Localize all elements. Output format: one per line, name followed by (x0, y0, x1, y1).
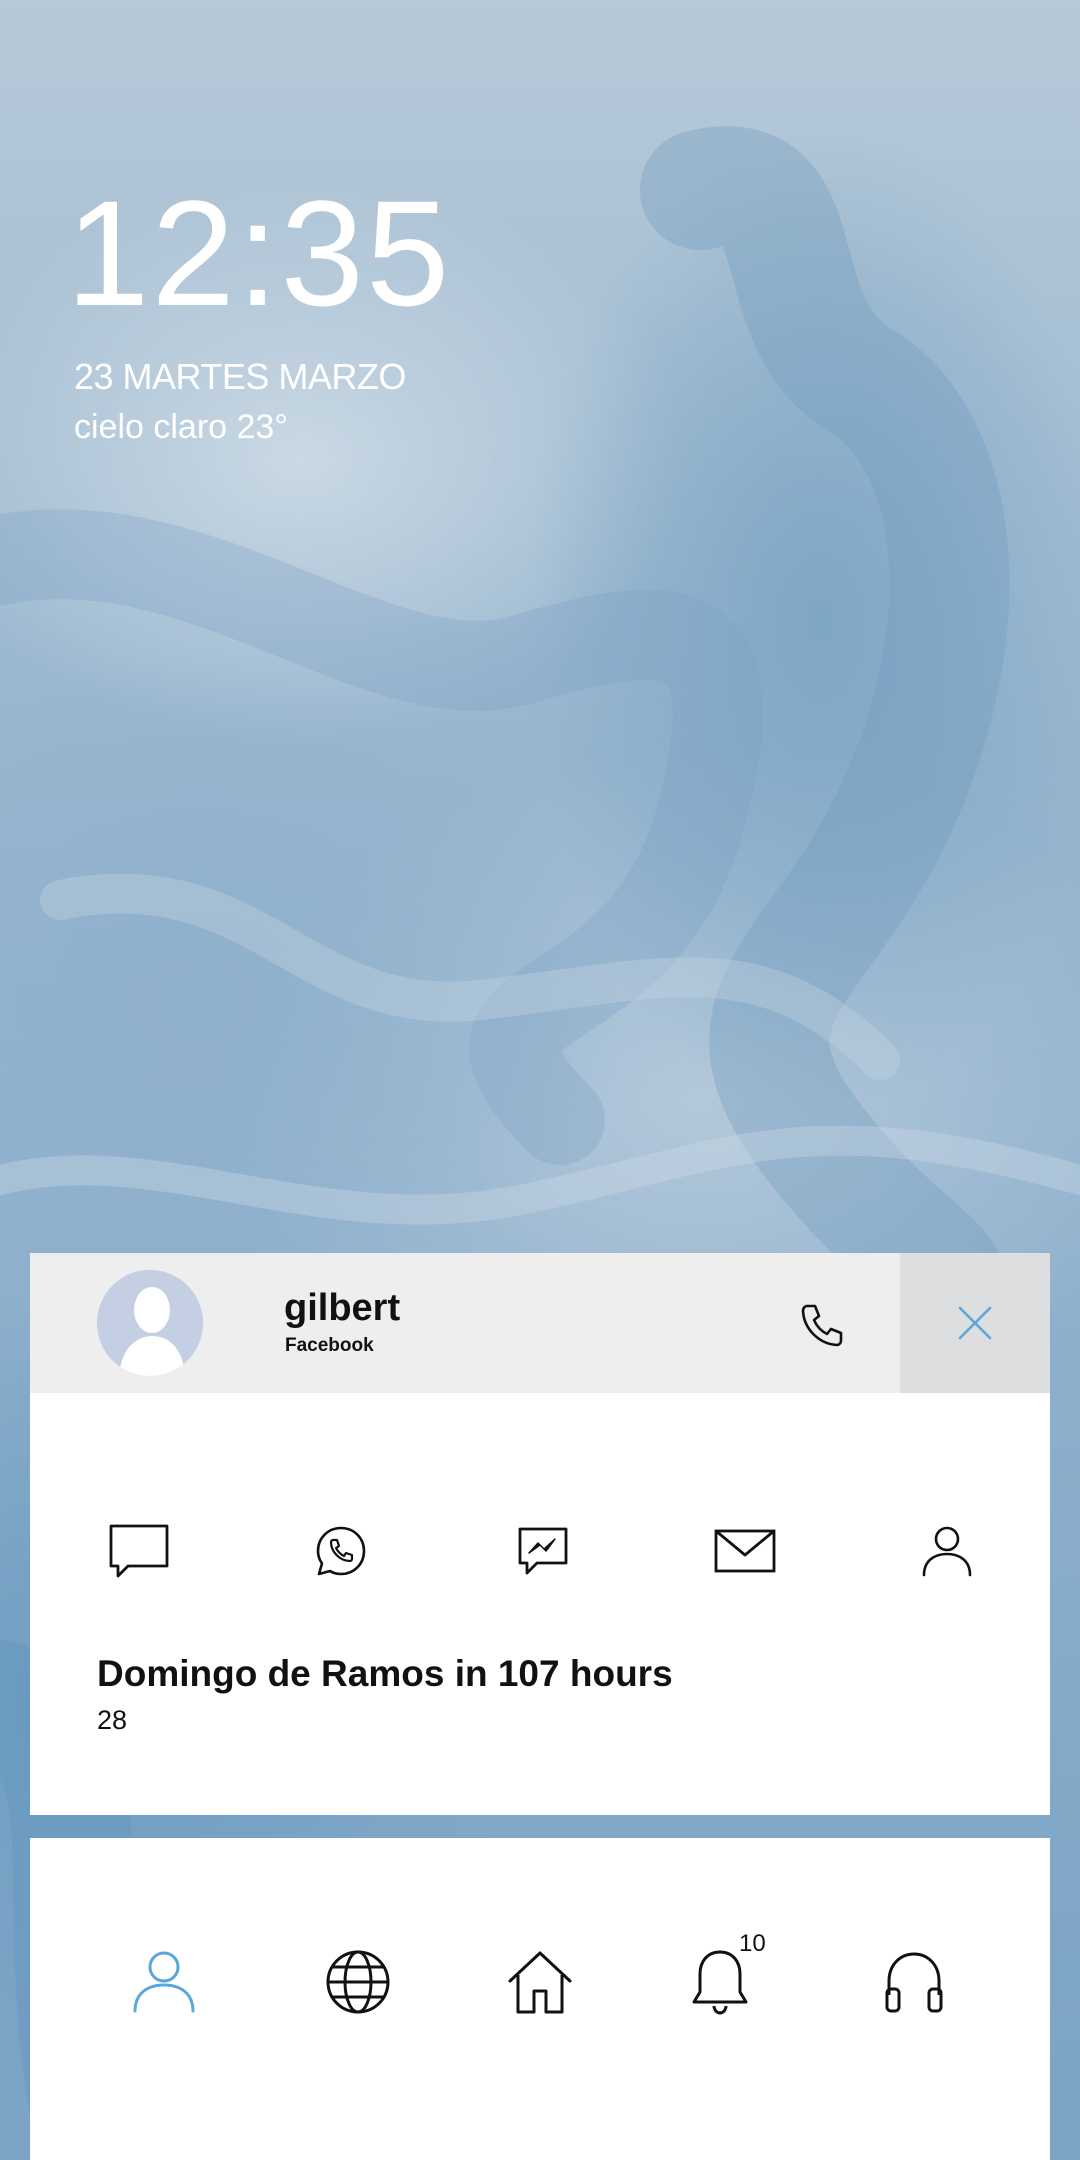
lockscreen-date: 23 MARTES MARZO (74, 356, 406, 397)
contact-card: gilbert Facebook Domingo de Ramos in 107… (30, 1253, 1050, 1815)
event-subtitle: 28 (97, 1705, 128, 1735)
messenger-icon[interactable] (507, 1515, 579, 1587)
contact-name: gilbert (284, 1287, 401, 1329)
close-icon[interactable] (900, 1253, 1050, 1393)
home-icon[interactable] (500, 1942, 580, 2022)
contact-card-header: gilbert Facebook (30, 1253, 1050, 1393)
contact-source: Facebook (285, 1335, 374, 1356)
people-icon[interactable] (124, 1942, 204, 2022)
message-icon[interactable] (103, 1515, 175, 1587)
whatsapp-icon[interactable] (305, 1515, 377, 1587)
lockscreen-weather: cielo claro 23° (74, 408, 288, 446)
contact-icon[interactable] (911, 1515, 983, 1587)
contact-actions (30, 1515, 1050, 1587)
event-title: Domingo de Ramos in 107 hours (97, 1653, 673, 1694)
bottom-dock: 10 (30, 1838, 1050, 2160)
headphones-icon[interactable] (874, 1942, 954, 2022)
phone-icon[interactable] (794, 1297, 850, 1353)
notifications-badge: 10 (739, 1930, 766, 1957)
mail-icon[interactable] (709, 1515, 781, 1587)
person-silhouette-icon[interactable] (97, 1270, 203, 1376)
lockscreen-clock: 12:35 (66, 169, 452, 337)
globe-icon[interactable] (318, 1942, 398, 2022)
